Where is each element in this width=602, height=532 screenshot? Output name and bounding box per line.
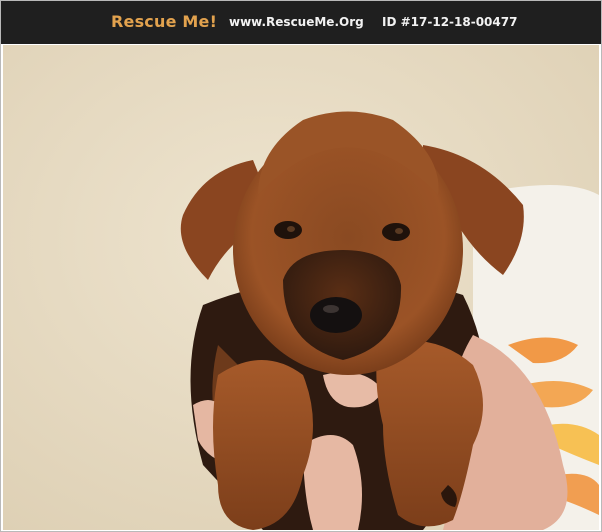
puppy-photo	[3, 45, 599, 530]
site-header: Rescue Me! www.RescueMe.Org ID #17-12-18…	[1, 1, 601, 44]
nose-highlight	[323, 305, 339, 313]
brand-logo[interactable]: Rescue Me!	[111, 12, 217, 31]
page-frame: Rescue Me! www.RescueMe.Org ID #17-12-18…	[0, 0, 602, 532]
site-url-link[interactable]: www.RescueMe.Org	[229, 15, 364, 29]
nose	[310, 297, 362, 333]
listing-id: ID #17-12-18-00477	[382, 15, 518, 29]
puppy-illustration	[3, 45, 599, 530]
